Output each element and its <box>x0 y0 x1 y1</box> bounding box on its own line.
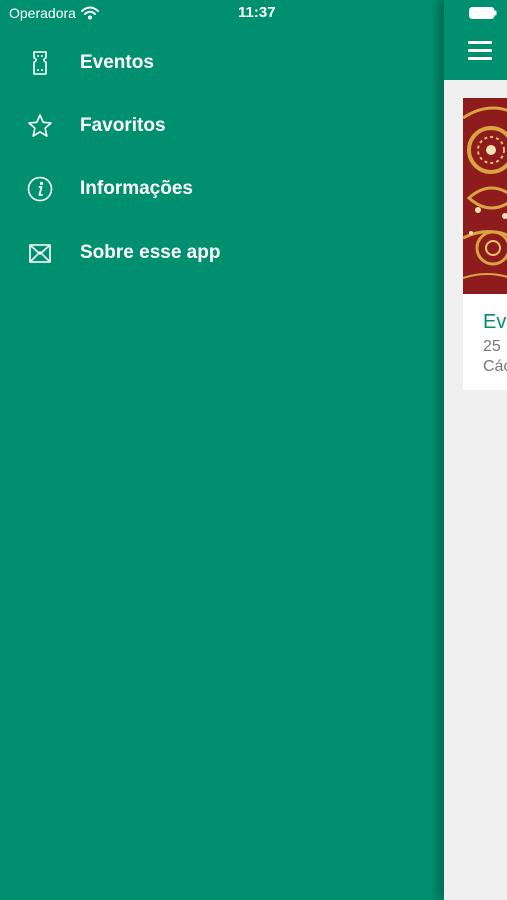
navigation-bar <box>444 0 507 80</box>
menu-item-label: Favoritos <box>80 115 166 136</box>
star-icon <box>26 112 54 140</box>
event-title: Ev <box>483 311 507 333</box>
side-drawer: Eventos Favoritos Informações Sobre esse… <box>0 0 444 900</box>
menu-item-eventos[interactable]: Eventos <box>0 38 444 88</box>
menu-item-favoritos[interactable]: Favoritos <box>0 101 444 151</box>
hamburger-icon[interactable] <box>468 41 492 61</box>
event-location: Các <box>483 358 507 375</box>
event-date: 25 <box>483 338 501 355</box>
menu-item-label: Eventos <box>80 52 154 73</box>
menu-item-label: Sobre esse app <box>80 242 221 263</box>
envelope-icon <box>26 239 54 267</box>
ticket-icon <box>26 49 54 77</box>
main-content-panel[interactable]: Ev 25 Các <box>444 0 507 900</box>
event-image <box>463 98 507 294</box>
menu-item-informacoes[interactable]: Informações <box>0 164 444 214</box>
menu-item-sobre[interactable]: Sobre esse app <box>0 228 444 278</box>
event-card[interactable]: Ev 25 Các <box>463 98 507 390</box>
info-icon <box>26 175 54 203</box>
menu-item-label: Informações <box>80 178 193 199</box>
